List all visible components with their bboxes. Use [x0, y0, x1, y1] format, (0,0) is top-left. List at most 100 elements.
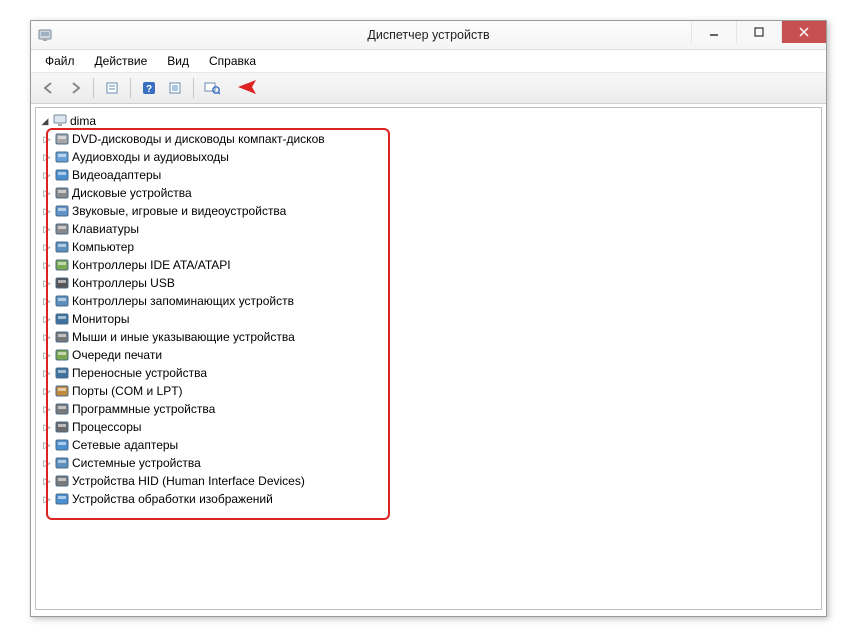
expand-icon[interactable]: ▷ — [42, 422, 52, 432]
expand-icon[interactable]: ▷ — [42, 440, 52, 450]
properties-button[interactable] — [100, 76, 124, 100]
expand-icon[interactable]: ▷ — [42, 350, 52, 360]
port-icon — [54, 383, 70, 399]
sound-icon — [54, 203, 70, 219]
tree-category[interactable]: ▷ Аудиовходы и аудиовыходы — [42, 148, 815, 166]
expand-icon[interactable]: ▷ — [42, 170, 52, 180]
expand-icon[interactable]: ▷ — [42, 134, 52, 144]
tree-category[interactable]: ▷ Компьютер — [42, 238, 815, 256]
software-icon — [54, 401, 70, 417]
tree-category-label: Устройства обработки изображений — [72, 492, 273, 506]
expand-icon[interactable]: ▷ — [42, 296, 52, 306]
tree-category-label: Контроллеры запоминающих устройств — [72, 294, 294, 308]
cpu-icon — [54, 419, 70, 435]
tree-category-label: Системные устройства — [72, 456, 201, 470]
tree-category-label: Дисковые устройства — [72, 186, 192, 200]
tree-category[interactable]: ▷ Звуковые, игровые и видеоустройства — [42, 202, 815, 220]
show-hidden-button[interactable] — [200, 76, 224, 100]
tree-category[interactable]: ▷ Порты (COM и LPT) — [42, 382, 815, 400]
toolbar: ? — [31, 73, 826, 104]
toolbar-separator — [93, 78, 94, 98]
tree-category[interactable]: ▷ Очереди печати — [42, 346, 815, 364]
network-icon — [54, 437, 70, 453]
tree-category[interactable]: ▷Процессоры — [42, 418, 815, 436]
tree-category-label: Мыши и иные указывающие устройства — [72, 330, 295, 344]
expand-icon[interactable]: ▷ — [42, 188, 52, 198]
tree-category[interactable]: ▷ Контроллеры USB — [42, 274, 815, 292]
menu-file[interactable]: Файл — [37, 52, 83, 70]
tree-category-label: Видеоадаптеры — [72, 168, 161, 182]
forward-button[interactable] — [63, 76, 87, 100]
expand-icon[interactable]: ▷ — [42, 332, 52, 342]
tree-category[interactable]: ▷ Устройства HID (Human Interface Devices… — [42, 472, 815, 490]
tree-root[interactable]: ◢ dima — [40, 112, 815, 130]
expand-icon[interactable]: ▷ — [42, 494, 52, 504]
back-button[interactable] — [37, 76, 61, 100]
toolbar-separator — [130, 78, 131, 98]
menu-action[interactable]: Действие — [87, 52, 156, 70]
collapse-icon[interactable]: ◢ — [40, 116, 50, 126]
expand-icon[interactable]: ▷ — [42, 260, 52, 270]
expand-icon[interactable]: ▷ — [42, 386, 52, 396]
tree-category-label: Порты (COM и LPT) — [72, 384, 183, 398]
device-manager-window: Диспетчер устройств Файл Действие Вид Сп… — [30, 20, 827, 617]
tree-category[interactable]: ▷ Системные устройства — [42, 454, 815, 472]
device-tree-panel[interactable]: ◢ dima ▷DVD-дисководы и дисководы компак… — [35, 107, 822, 610]
tree-category-label: Компьютер — [72, 240, 134, 254]
tree-category-label: Звуковые, игровые и видеоустройства — [72, 204, 286, 218]
expand-icon[interactable]: ▷ — [42, 278, 52, 288]
ide-icon — [54, 257, 70, 273]
menu-help[interactable]: Справка — [201, 52, 264, 70]
menu-view[interactable]: Вид — [159, 52, 197, 70]
window-title: Диспетчер устройств — [31, 28, 826, 42]
tree-category-label: Контроллеры USB — [72, 276, 175, 290]
expand-icon[interactable]: ▷ — [42, 242, 52, 252]
expand-icon[interactable]: ▷ — [42, 314, 52, 324]
tree-category[interactable]: ▷DVD-дисководы и дисководы компакт-диско… — [42, 130, 815, 148]
expand-icon[interactable]: ▷ — [42, 152, 52, 162]
help-button[interactable]: ? — [137, 76, 161, 100]
annotation-arrow-icon — [236, 79, 371, 95]
tree-category-label: Мониторы — [72, 312, 129, 326]
system-icon — [54, 455, 70, 471]
usb-icon — [54, 275, 70, 291]
scan-button[interactable] — [163, 76, 187, 100]
tree-category-label: Клавиатуры — [72, 222, 139, 236]
disc-icon — [54, 131, 70, 147]
tree-category-label: Сетевые адаптеры — [72, 438, 178, 452]
tree-category[interactable]: ▷ Дисковые устройства — [42, 184, 815, 202]
tree-category-label: Переносные устройства — [72, 366, 207, 380]
tree-root-label: dima — [70, 114, 96, 128]
portable-icon — [54, 365, 70, 381]
hid-icon — [54, 473, 70, 489]
tree-category[interactable]: ▷ Мониторы — [42, 310, 815, 328]
expand-icon[interactable]: ▷ — [42, 224, 52, 234]
expand-icon[interactable]: ▷ — [42, 404, 52, 414]
category-list: ▷DVD-дисководы и дисководы компакт-диско… — [40, 130, 815, 508]
tree-category[interactable]: ▷ Мыши и иные указывающие устройства — [42, 328, 815, 346]
keyboard-icon — [54, 221, 70, 237]
tree-category[interactable]: ▷ Клавиатуры — [42, 220, 815, 238]
tree-category[interactable]: ▷ Контроллеры запоминающих устройств — [42, 292, 815, 310]
tree-category-label: Контроллеры IDE ATA/ATAPI — [72, 258, 231, 272]
tree-category[interactable]: ▷ Сетевые адаптеры — [42, 436, 815, 454]
display-icon — [54, 167, 70, 183]
expand-icon[interactable]: ▷ — [42, 206, 52, 216]
tree-category[interactable]: ▷ Видеоадаптеры — [42, 166, 815, 184]
expand-icon[interactable]: ▷ — [42, 458, 52, 468]
tree-category[interactable]: ▷ Переносные устройства — [42, 364, 815, 382]
audio-icon — [54, 149, 70, 165]
expand-icon[interactable]: ▷ — [42, 476, 52, 486]
tree-category-label: Устройства HID (Human Interface Devices) — [72, 474, 305, 488]
tree-category[interactable]: ▷ Контроллеры IDE ATA/ATAPI — [42, 256, 815, 274]
expand-icon[interactable]: ▷ — [42, 368, 52, 378]
storage-icon — [54, 293, 70, 309]
tree-category[interactable]: ▷ Устройства обработки изображений — [42, 490, 815, 508]
imaging-icon — [54, 491, 70, 507]
tree-category-label: Очереди печати — [72, 348, 162, 362]
tree-category[interactable]: ▷Программные устройства — [42, 400, 815, 418]
mouse-icon — [54, 329, 70, 345]
disk-icon — [54, 185, 70, 201]
printer-icon — [54, 347, 70, 363]
tree-category-label: Аудиовходы и аудиовыходы — [72, 150, 229, 164]
